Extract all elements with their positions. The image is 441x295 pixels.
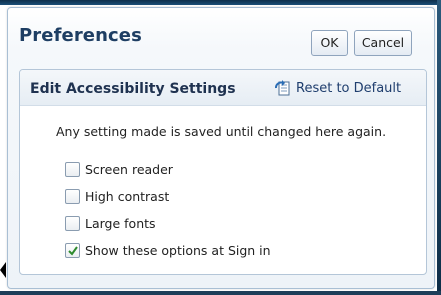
window-top-edge <box>0 0 441 5</box>
high-contrast-checkbox[interactable] <box>65 188 80 204</box>
reset-to-default-link[interactable]: Reset to Default <box>275 79 401 97</box>
cancel-button[interactable]: Cancel <box>354 30 412 56</box>
screen-reader-checkbox[interactable] <box>65 161 80 177</box>
accessibility-panel: Edit Accessibility Settings Reset to Def… <box>19 69 427 275</box>
info-text: Any setting made is saved until changed … <box>56 124 387 139</box>
reset-document-icon <box>275 79 292 97</box>
show-at-signin-label: Show these options at Sign in <box>85 242 271 258</box>
high-contrast-option[interactable]: High contrast <box>65 188 169 204</box>
ok-button[interactable]: OK <box>311 30 348 56</box>
screen-reader-option[interactable]: Screen reader <box>65 161 173 177</box>
panel-header: Edit Accessibility Settings Reset to Def… <box>20 70 426 106</box>
show-at-signin-checkbox[interactable] <box>65 242 80 258</box>
dialog-title: Preferences <box>19 25 142 46</box>
large-fonts-checkbox[interactable] <box>65 215 80 231</box>
high-contrast-label: High contrast <box>85 188 170 204</box>
window-right-edge <box>437 0 441 295</box>
reset-label: Reset to Default <box>296 80 402 96</box>
large-fonts-label: Large fonts <box>85 215 156 231</box>
large-fonts-option[interactable]: Large fonts <box>65 215 156 231</box>
screen-reader-label: Screen reader <box>85 161 173 177</box>
window-bottom-edge <box>0 291 441 295</box>
show-at-signin-option[interactable]: Show these options at Sign in <box>65 242 271 258</box>
checkmark-icon <box>68 245 78 256</box>
collapse-arrow-icon[interactable] <box>0 262 6 278</box>
panel-title: Edit Accessibility Settings <box>30 81 236 97</box>
